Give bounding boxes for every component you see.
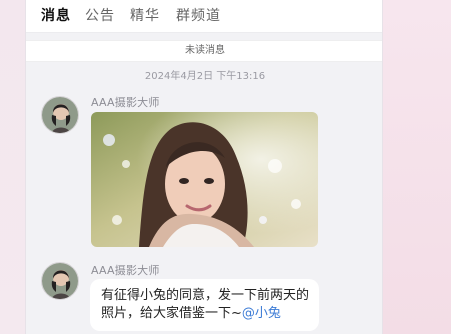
sender-avatar[interactable] (41, 96, 79, 134)
sender-name: AAA摄影大师 (91, 96, 160, 109)
unread-messages-divider: 未读消息 (26, 40, 382, 62)
shared-photo[interactable] (91, 112, 318, 247)
tab-announcements[interactable]: 公告 (85, 7, 115, 25)
sender-name: AAA摄影大师 (91, 264, 160, 277)
portrait-photo-image (91, 112, 318, 247)
message-bubble[interactable]: 有征得小兔的同意，发一下前两天的照片，给大家借鉴一下~@小兔 (90, 279, 319, 331)
tab-messages[interactable]: 消息 (41, 7, 71, 25)
message-timestamp: 2024年4月2日 下午13:16 (144, 71, 266, 82)
chat-panel: 消息 公告 精华 群频道 未读消息 2024年4月2日 下午13:16 AAA摄… (25, 0, 383, 334)
user-avatar-icon (42, 263, 78, 299)
tab-bar: 消息 公告 精华 群频道 (26, 0, 382, 33)
user-avatar-icon (42, 97, 78, 133)
background-left-edge (0, 0, 25, 334)
tab-group-channel[interactable]: 群频道 (176, 7, 221, 25)
mention-link[interactable]: @小兔 (242, 306, 281, 321)
sender-avatar[interactable] (41, 262, 79, 300)
background-right-edge (383, 0, 451, 334)
tab-highlights[interactable]: 精华 (130, 7, 160, 25)
